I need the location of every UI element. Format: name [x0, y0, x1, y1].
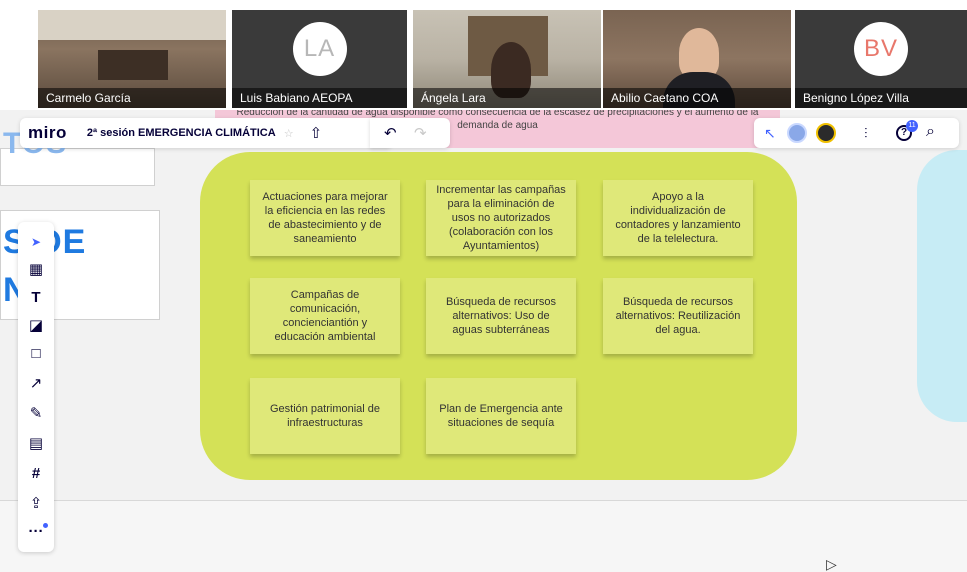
undo-icon[interactable]: ↶	[384, 124, 397, 142]
left-toolbar: ➤ ▦ T ◪ □ ↗ ✎ ▤ # ⇪ ···	[18, 222, 54, 552]
sticky-note[interactable]: Búsqueda de recursos alternativos: Reuti…	[603, 278, 753, 354]
board-canvas-lower[interactable]	[0, 500, 967, 572]
comment-tool-icon[interactable]: ▤	[18, 432, 54, 456]
sticky-note[interactable]: Apoyo a la individualización de contador…	[603, 180, 753, 256]
mouse-cursor-icon: ▷	[826, 556, 837, 572]
notification-badge: 11	[906, 120, 918, 132]
sticky-note[interactable]: Incrementar las campañas para la elimina…	[426, 180, 576, 256]
more-tools-indicator	[43, 523, 48, 528]
share-icon[interactable]: ⇧	[310, 124, 323, 142]
participant-tile[interactable]: Abilio Caetano COA	[603, 10, 791, 108]
board-title[interactable]: 2ª sesión EMERGENCIA CLIMÁTICA	[87, 127, 276, 139]
participant-tile[interactable]: Ángela Lara	[413, 10, 601, 108]
select-tool-icon[interactable]: ➤	[18, 230, 54, 254]
top-right-toolbar: ↖ ⫶ ? 11 ⌕	[754, 118, 959, 148]
text-tool-icon[interactable]: T	[18, 286, 54, 310]
sticky-note[interactable]: Búsqueda de recursos alternativos: Uso d…	[426, 278, 576, 354]
participant-person	[679, 28, 719, 78]
connector-tool-icon[interactable]: ↗	[18, 372, 54, 396]
participant-tile[interactable]: BV Benigno López Villa	[795, 10, 967, 108]
miro-board-screen: TOS S DE N Actuaciones para mejorar la e…	[0, 0, 967, 572]
sticky-note[interactable]: Gestión patrimonial de infraestructuras	[250, 378, 400, 454]
participant-name: Ángela Lara	[413, 88, 601, 108]
sticky-note[interactable]: Campañas de comunicación, concienciantió…	[250, 278, 400, 354]
frame-right[interactable]	[917, 150, 967, 422]
board-header: miro 2ª sesión EMERGENCIA CLIMÁTICA ☆ ⇧	[20, 118, 392, 148]
sticky-note[interactable]: Plan de Emergencia ante situaciones de s…	[426, 378, 576, 454]
pen-tool-icon[interactable]: ✎	[18, 402, 54, 426]
frame-tool-icon[interactable]: #	[18, 462, 54, 486]
upload-tool-icon[interactable]: ⇪	[18, 492, 54, 516]
star-icon[interactable]: ☆	[284, 127, 294, 140]
participant-name: Luis Babiano AEOPA	[232, 88, 407, 108]
settings-sliders-icon[interactable]: ⫶	[864, 125, 868, 142]
video-participants-strip: Carmelo García LA Luis Babiano AEOPA Áng…	[0, 0, 967, 110]
participant-tile[interactable]: Carmelo García	[38, 10, 226, 108]
participant-avatar: LA	[292, 22, 347, 76]
shape-tool-icon[interactable]: □	[18, 342, 54, 366]
participant-name: Abilio Caetano COA	[603, 88, 791, 108]
sticky-group-frame[interactable]: Actuaciones para mejorar la eficiencia e…	[200, 152, 797, 480]
participant-name: Carmelo García	[38, 88, 226, 108]
sticky-note-tool-icon[interactable]: ◪	[18, 314, 54, 338]
participant-avatar: BV	[854, 22, 908, 76]
undo-redo-bar: ↶ ↷	[370, 118, 450, 148]
table-tool-icon[interactable]: ▦	[18, 258, 54, 282]
redo-icon[interactable]: ↷	[414, 124, 427, 142]
sticky-note[interactable]: Actuaciones para mejorar la eficiencia e…	[250, 180, 400, 256]
participant-name: Benigno López Villa	[795, 88, 967, 108]
more-tools-icon[interactable]: ···	[18, 520, 54, 544]
collaborator-avatar[interactable]	[787, 123, 807, 143]
miro-logo[interactable]: miro	[28, 123, 67, 143]
participant-tile[interactable]: LA Luis Babiano AEOPA	[232, 10, 407, 108]
room-table	[98, 50, 168, 80]
collaborator-avatar[interactable]	[816, 123, 836, 143]
room-window	[38, 10, 226, 40]
cursor-arrow-icon[interactable]: ↖	[764, 125, 776, 142]
search-icon[interactable]: ⌕	[926, 123, 935, 141]
board-text-panel-top[interactable]: TOS	[0, 127, 155, 186]
